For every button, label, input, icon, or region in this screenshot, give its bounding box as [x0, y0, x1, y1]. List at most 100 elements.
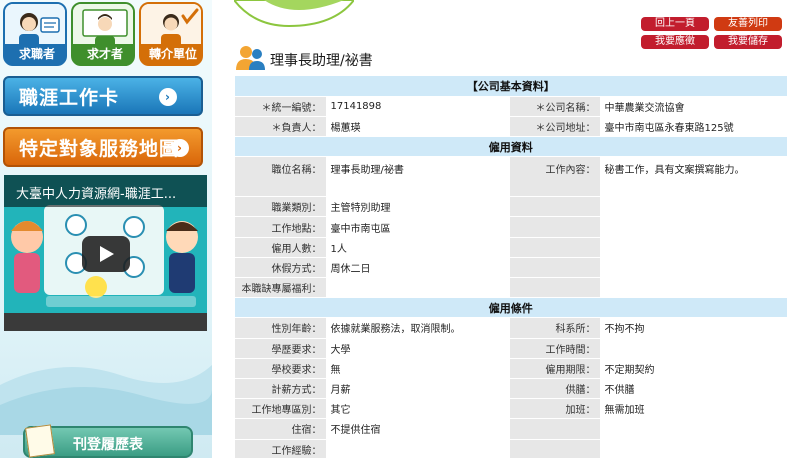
blank-cell: [600, 196, 788, 218]
arrow-right-icon: ›: [159, 88, 177, 106]
employer-button[interactable]: 求才者: [71, 2, 135, 66]
company-name-value: 中華農業交流協會: [600, 96, 788, 117]
holiday-value: 周休二日: [326, 257, 510, 279]
education-value: 大學: [326, 338, 510, 359]
salary-method-label: 計薪方式：: [235, 378, 327, 400]
blank-cell: [600, 216, 788, 238]
employment-period-value: 不定期契約: [600, 358, 788, 379]
job-content-label: 工作內容：: [509, 156, 601, 198]
meals-value: 不供膳: [600, 378, 788, 400]
blank-cell: [600, 277, 788, 299]
table-row: 職業類別： 主管特別助理: [235, 196, 788, 218]
blank-cell: [509, 439, 601, 458]
meals-label: 供膳：: [509, 378, 601, 400]
company-address-label: ＊公司地址：: [509, 116, 601, 138]
job-seeker-icon: [5, 4, 65, 48]
service-map-banner[interactable]: 特定對象服務地圖 ›: [3, 127, 203, 167]
employer-label: 求才者: [73, 44, 133, 64]
blank-cell: [509, 216, 601, 238]
company-name-label: ＊公司名稱：: [509, 96, 601, 117]
table-row: ＊負責人： 楊蕙瑛 ＊公司地址： 臺中市南屯區永春東路125號: [235, 116, 788, 138]
school-value: 無: [326, 358, 510, 379]
table-row: ＊統一編號： 17141898 ＊公司名稱： 中華農業交流協會: [235, 96, 788, 117]
salary-method-value: 月薪: [326, 378, 510, 400]
play-button[interactable]: [82, 236, 130, 272]
service-map-label: 特定對象服務地圖: [19, 138, 180, 160]
resume-document-icon: [25, 424, 55, 458]
table-row: 工作地專區別： 其它 加班： 無需加班: [235, 398, 788, 420]
overtime-label: 加班：: [509, 398, 601, 420]
tax-id-label: ＊統一編號：: [235, 96, 327, 117]
video-title-bar: 大臺中人力資源網-職涯工...: [4, 175, 207, 207]
license-label: 工作地專區別：: [235, 398, 327, 420]
table-row: 住宿： 不提供住宿: [235, 418, 788, 440]
lodging-label: 住宿：: [235, 418, 327, 440]
table-row: 休假方式： 周休二日: [235, 257, 788, 279]
job-category-value: 主管特別助理: [326, 196, 510, 218]
work-hours-label: 工作時間：: [509, 338, 601, 359]
job-content-value: 秘書工作，具有文案撰寫能力。: [600, 156, 788, 198]
job-detail-panel: 回上一頁 友善列印 我要應徵 我要儲存 理事長助理/祕書 【公司基本資料】 ＊統…: [212, 0, 800, 458]
position-label: 職位名稱：: [235, 156, 327, 198]
referral-unit-label: 轉介單位: [141, 44, 201, 64]
blank-cell: [600, 439, 788, 458]
position-value: 理事長助理/祕書: [326, 156, 510, 198]
back-button[interactable]: 回上一頁: [641, 17, 709, 31]
print-button[interactable]: 友善列印: [714, 17, 782, 31]
video-title: 大臺中人力資源網-職涯工...: [16, 187, 177, 202]
department-label: 科系所：: [509, 317, 601, 339]
table-row: 工作地點： 臺中市南屯區: [235, 216, 788, 238]
arrow-right-icon: ›: [171, 139, 189, 157]
blank-cell: [509, 196, 601, 218]
blank-cell: [509, 237, 601, 258]
work-location-label: 工作地點：: [235, 216, 327, 238]
play-icon: [100, 246, 114, 262]
referral-unit-button[interactable]: 轉介單位: [139, 2, 203, 66]
job-seeker-label: 求職者: [5, 44, 65, 64]
career-card-banner[interactable]: 職涯工作卡 ›: [3, 76, 203, 116]
blank-cell: [509, 418, 601, 440]
work-hours-value: [600, 338, 788, 359]
department-value: 不拘不拘: [600, 317, 788, 339]
referral-unit-icon: [141, 4, 201, 48]
job-info-table: 【公司基本資料】 ＊統一編號： 17141898 ＊公司名稱： 中華農業交流協會…: [235, 76, 788, 458]
employment-section-header: 僱用資料: [235, 136, 788, 158]
school-label: 學校要求：: [235, 358, 327, 379]
video-player[interactable]: 大臺中人力資源網-職涯工...: [4, 175, 207, 331]
overtime-value: 無需加班: [600, 398, 788, 420]
owner-value: 楊蕙瑛: [326, 116, 510, 138]
welfare-label: 本職缺專屬福利：: [235, 277, 327, 299]
table-row: 學歷要求： 大學 工作時間：: [235, 338, 788, 359]
section-title: 【公司基本資料】: [235, 76, 788, 97]
page-title: 理事長助理/祕書: [270, 53, 373, 69]
sidebar-wave-decoration: [0, 365, 212, 435]
blank-cell: [600, 257, 788, 279]
experience-value: [326, 439, 510, 458]
employment-period-label: 僱用期限：: [509, 358, 601, 379]
owner-label: ＊負責人：: [235, 116, 327, 138]
gender-age-label: 性別年齡：: [235, 317, 327, 339]
headcount-value: 1人: [326, 237, 510, 258]
job-seeker-button[interactable]: 求職者: [3, 2, 67, 66]
table-row: 工作經驗：: [235, 439, 788, 458]
table-row: 計薪方式： 月薪 供膳： 不供膳: [235, 378, 788, 400]
people-icon: [236, 46, 265, 70]
blank-cell: [600, 237, 788, 258]
section-title: 僱用資料: [235, 136, 788, 158]
blank-cell: [509, 277, 601, 299]
save-button[interactable]: 我要儲存: [714, 35, 782, 49]
video-bottom-bar: [4, 313, 207, 331]
apply-button[interactable]: 我要應徵: [641, 35, 709, 49]
post-resume-label: 刊登履歷表: [73, 437, 143, 453]
holiday-label: 休假方式：: [235, 257, 327, 279]
table-row: 本職缺專屬福利：: [235, 277, 788, 299]
company-section-header: 【公司基本資料】: [235, 76, 788, 97]
work-location-value: 臺中市南屯區: [326, 216, 510, 238]
table-row: 學校要求： 無 僱用期限： 不定期契約: [235, 358, 788, 379]
table-row: 僱用人數： 1人: [235, 237, 788, 258]
blank-cell: [509, 257, 601, 279]
blank-cell: [600, 418, 788, 440]
post-resume-button[interactable]: 刊登履歷表: [23, 424, 193, 458]
license-value: 其它: [326, 398, 510, 420]
conditions-section-header: 僱用條件: [235, 297, 788, 319]
